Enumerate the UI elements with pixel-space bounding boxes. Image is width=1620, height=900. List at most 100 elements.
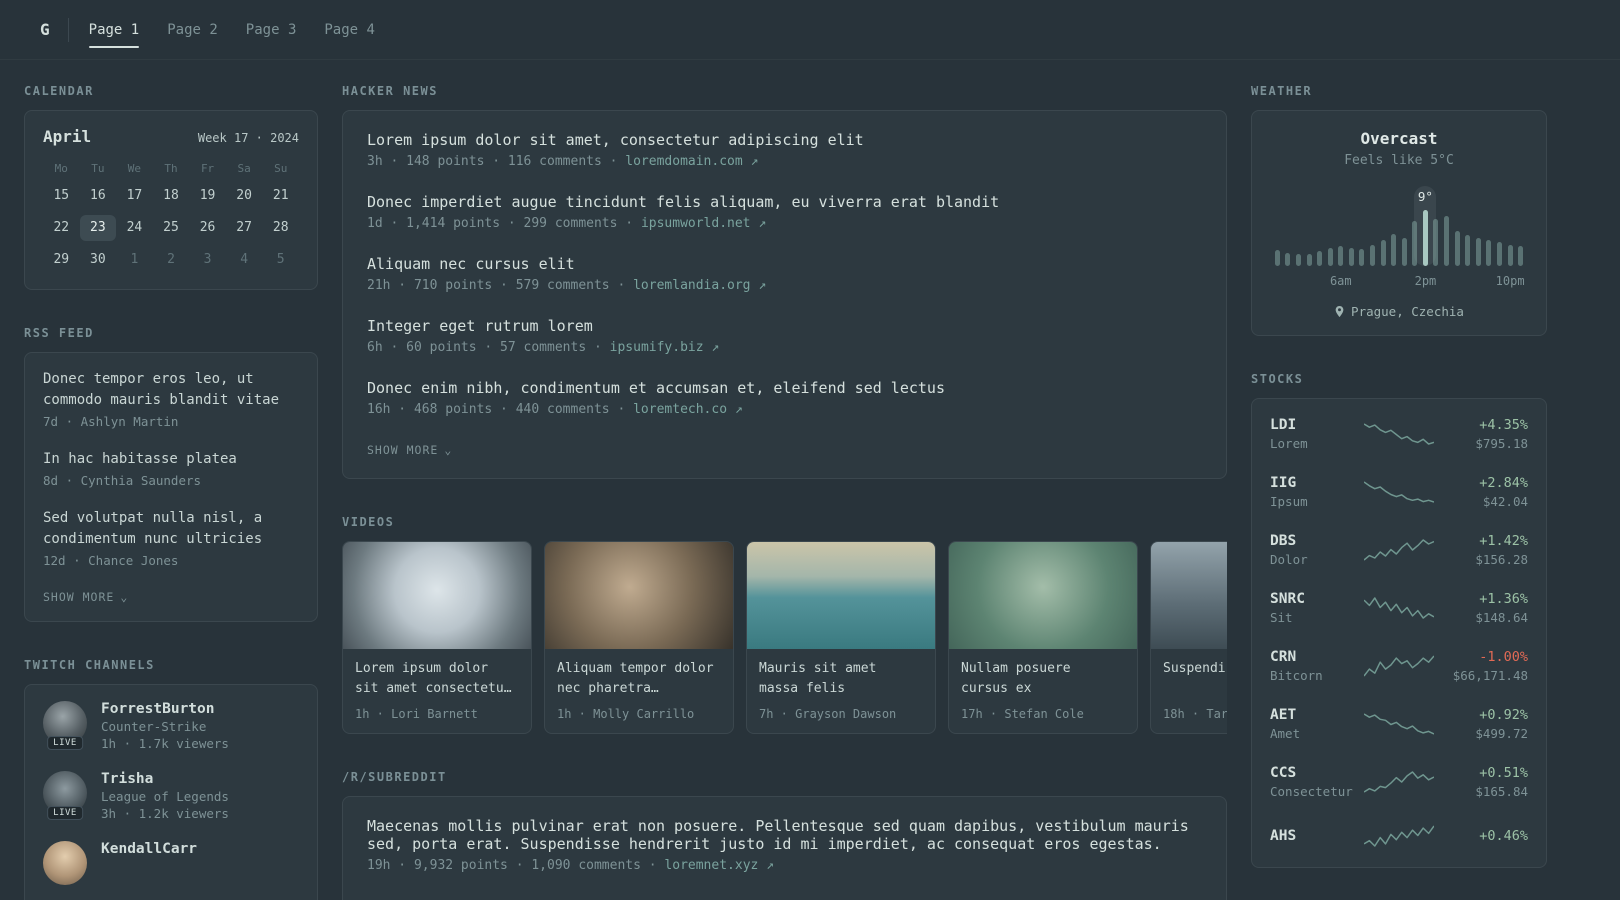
stock-values: +0.51% $165.84 xyxy=(1436,765,1528,799)
hacker-news-item-domain-link[interactable]: loremlandia.org ↗ xyxy=(633,278,766,293)
weather-hour-slot xyxy=(1441,210,1452,266)
weather-hour-slot xyxy=(1462,210,1473,266)
video-meta: 1h · Molly Carrillo xyxy=(557,707,695,722)
rss-card: Donec tempor eros leo, ut commodo mauris… xyxy=(24,352,318,622)
rss-item-title[interactable]: Donec tempor eros leo, ut commodo mauris… xyxy=(43,369,299,411)
hacker-news-item-title[interactable]: Lorem ipsum dolor sit amet, consectetur … xyxy=(367,131,1202,149)
weather-hour-bar xyxy=(1518,246,1524,266)
stock-row[interactable]: AHS +0.46% xyxy=(1252,811,1546,861)
stock-ticker: AET xyxy=(1270,707,1297,723)
stock-values: +2.84% $42.04 xyxy=(1436,475,1528,509)
chevron-down-icon: ⌄ xyxy=(444,443,453,457)
twitch-avatar-wrap: LIVE xyxy=(43,701,87,750)
video-thumbnail xyxy=(343,542,531,649)
subreddit-item-domain-link[interactable]: loremnet.xyz ↗ xyxy=(664,858,774,873)
weather-hour-slot xyxy=(1357,210,1368,266)
stock-row[interactable]: SNRC Sit +1.36% $148.64 xyxy=(1252,579,1546,637)
rss-item-title[interactable]: In hac habitasse platea xyxy=(43,449,299,470)
video-title: Lorem ipsum dolor sit amet consectetu… xyxy=(355,661,512,697)
twitch-channel-row[interactable]: KendallCarr xyxy=(43,841,299,885)
weather-hour-slot xyxy=(1515,210,1526,266)
video-card[interactable]: Aliquam tempor dolor nec pharetra… 1h · M… xyxy=(544,541,734,735)
stock-spark-wrap xyxy=(1362,595,1436,621)
hacker-news-item-domain-link[interactable]: loremdomain.com ↗ xyxy=(625,154,758,169)
stock-spark-wrap xyxy=(1362,823,1436,849)
video-card[interactable]: Nullam posuere cursus ex 17h · Stefan Col… xyxy=(948,541,1138,735)
stock-change: -1.00% xyxy=(1479,649,1528,665)
hacker-news-item-domain-link[interactable]: loremtech.co ↗ xyxy=(633,402,743,417)
stock-row[interactable]: IIG Ipsum +2.84% $42.04 xyxy=(1252,463,1546,521)
stock-change: +0.92% xyxy=(1479,707,1528,723)
stock-identity: AET Amet xyxy=(1270,707,1362,741)
video-meta: 7h · Grayson Dawson xyxy=(759,707,897,722)
stock-change: +4.35% xyxy=(1479,417,1528,433)
weather-hour-bar xyxy=(1338,246,1344,266)
hacker-news-item-domain-link[interactable]: ipsumify.biz ↗ xyxy=(610,340,720,355)
weather-hourly-chart: 9° xyxy=(1272,186,1526,266)
weather-hour-slot xyxy=(1346,210,1357,266)
stock-sparkline xyxy=(1364,825,1434,847)
hacker-news-show-more-button[interactable]: SHOW MORE ⌄ xyxy=(367,443,452,457)
rss-show-more-button[interactable]: SHOW MORE ⌄ xyxy=(43,590,128,604)
weather-axis-label: 6am xyxy=(1329,274,1352,288)
twitch-channel-row[interactable]: LIVE Trisha League of Legends 3h · 1.2k vie… xyxy=(43,771,299,821)
tab-page-3[interactable]: Page 3 xyxy=(246,0,297,59)
stock-price: $66,171.48 xyxy=(1452,668,1528,683)
weather-hour-bar xyxy=(1327,248,1333,266)
stock-row[interactable]: DBS Dolor +1.42% $156.28 xyxy=(1252,521,1546,579)
videos-widget-title: VIDEOS xyxy=(342,515,395,529)
stock-identity: SNRC Sit xyxy=(1270,591,1362,625)
stock-identity: CCS Consectetur xyxy=(1270,765,1362,799)
stock-row[interactable]: CRN Bitcorn -1.00% $66,171.48 xyxy=(1252,637,1546,695)
stock-ticker: SNRC xyxy=(1270,591,1305,607)
hacker-news-item-stats: 6h · 60 points · 57 comments · xyxy=(367,340,610,355)
rss-widget: RSS FEED Donec tempor eros leo, ut commo… xyxy=(24,326,318,622)
subreddit-card: Maecenas mollis pulvinar erat non posuer… xyxy=(342,796,1227,900)
app-logo[interactable]: G xyxy=(40,20,50,39)
calendar-day: 24 xyxy=(126,220,143,235)
video-card[interactable]: Mauris sit amet massa felis 7h · Grayson … xyxy=(746,541,936,735)
weather-location-label: Prague, Czechia xyxy=(1351,304,1464,319)
calendar-weekday: Mo xyxy=(54,162,68,175)
calendar-widget-title: CALENDAR xyxy=(24,84,94,98)
nav-divider xyxy=(67,17,69,42)
tab-page-2[interactable]: Page 2 xyxy=(167,0,218,59)
video-card[interactable]: Lorem ipsum dolor sit amet consectetu… 1h… xyxy=(342,541,532,735)
hacker-news-item-title[interactable]: Donec enim nibh, condimentum et accumsan… xyxy=(367,379,1202,397)
stock-ticker: CRN xyxy=(1270,649,1297,665)
rss-item-title[interactable]: Sed volutpat nulla nisl, a condimentum n… xyxy=(43,508,299,550)
calendar-day: 29 xyxy=(53,252,70,267)
stock-row[interactable]: AET Amet +0.92% $499.72 xyxy=(1252,695,1546,753)
hacker-news-item-meta: 16h · 468 points · 440 comments · loremt… xyxy=(367,402,1202,417)
calendar-weekday: We xyxy=(127,162,142,175)
tab-page-4[interactable]: Page 4 xyxy=(324,0,375,59)
calendar-weekday: Fr xyxy=(200,162,215,175)
video-card[interactable]: Suspendisse diam 18h · Tara xyxy=(1150,541,1227,735)
hacker-news-item-domain-link[interactable]: ipsumworld.net ↗ xyxy=(641,216,766,231)
twitch-channel-row[interactable]: LIVE ForrestBurton Counter-Strike 1h · 1.7k… xyxy=(43,701,299,751)
stock-sparkline xyxy=(1364,539,1434,561)
weather-hour-slot xyxy=(1484,210,1495,266)
calendar-day: 30 xyxy=(90,252,106,267)
weather-hour-bar xyxy=(1465,235,1471,266)
weather-hour-slot xyxy=(1325,210,1336,266)
hacker-news-item-stats: 16h · 468 points · 440 comments · xyxy=(367,402,634,417)
calendar-day: 17 xyxy=(126,188,143,203)
tab-page-1[interactable]: Page 1 xyxy=(88,0,139,59)
hacker-news-item-title[interactable]: Donec imperdiet augue tincidunt felis al… xyxy=(367,193,1202,211)
stock-row[interactable]: CCS Consectetur +0.51% $165.84 xyxy=(1252,753,1546,811)
stock-row[interactable]: LDI Lorem +4.35% $795.18 xyxy=(1252,405,1546,463)
stock-spark-wrap xyxy=(1362,421,1436,447)
stock-ticker: AHS xyxy=(1270,828,1297,844)
hacker-news-item-meta: 21h · 710 points · 579 comments · loreml… xyxy=(367,278,1202,293)
stock-change: +1.42% xyxy=(1479,533,1528,549)
calendar-day: 4 xyxy=(240,252,249,267)
subreddit-item-title[interactable]: Maecenas mollis pulvinar erat non posuer… xyxy=(367,817,1202,853)
hacker-news-item-title[interactable]: Aliquam nec cursus elit xyxy=(367,255,1202,273)
hacker-news-item: Aliquam nec cursus elit 21h · 710 points … xyxy=(367,255,1202,293)
subreddit-widget-title: /R/SUBREDDIT xyxy=(342,770,447,785)
video-title: Suspendisse diam xyxy=(1163,661,1227,676)
video-title: Mauris sit amet massa felis xyxy=(759,661,877,697)
weather-hour-slot xyxy=(1388,210,1399,266)
hacker-news-item-title[interactable]: Integer eget rutrum lorem xyxy=(367,317,1202,335)
